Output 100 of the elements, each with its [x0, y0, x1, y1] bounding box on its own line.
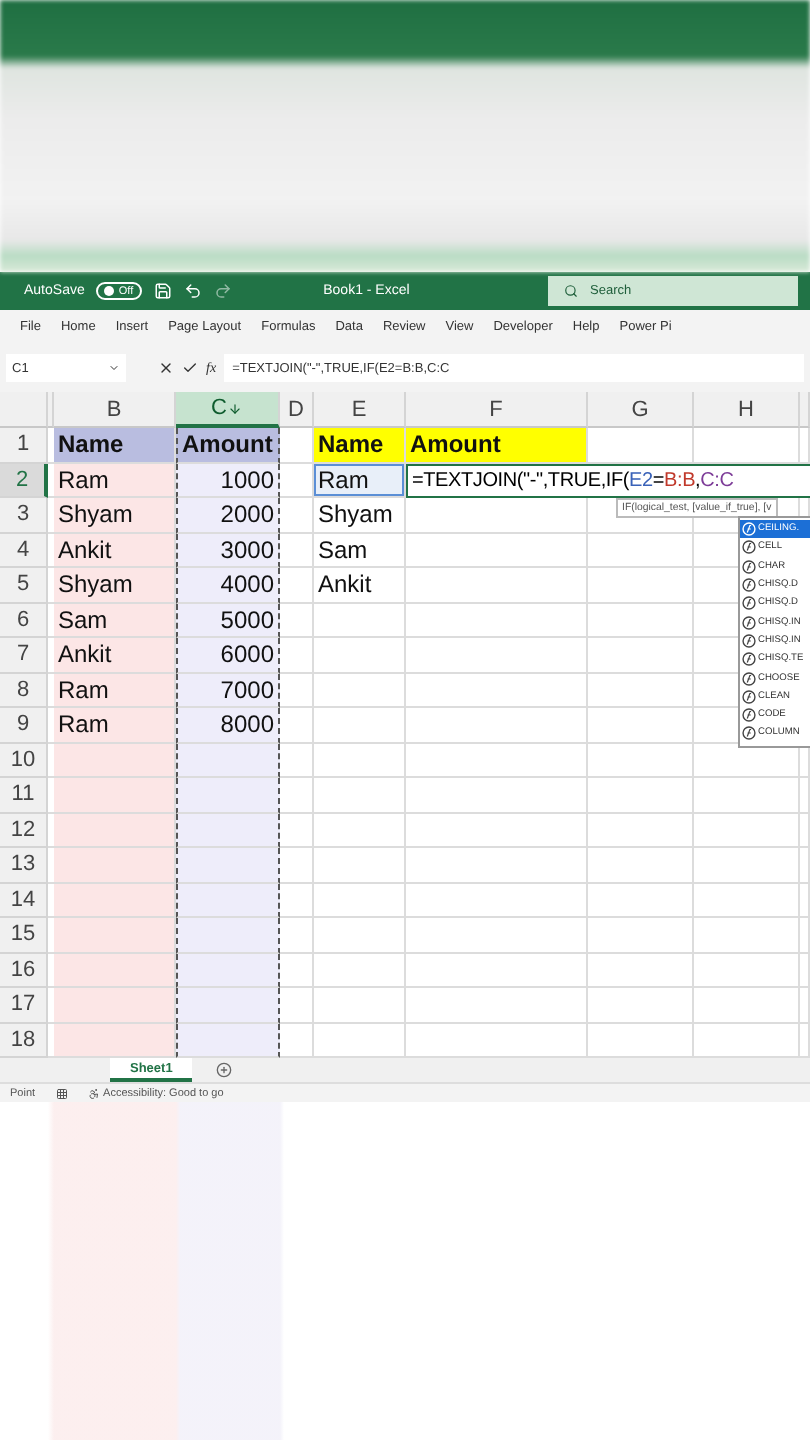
table-cell [176, 883, 280, 918]
table-cell: 5000 [176, 603, 280, 638]
column-header[interactable]: C [176, 392, 280, 428]
column-header[interactable]: B [54, 392, 176, 428]
table-cell: 8000 [176, 708, 280, 743]
function-icon [742, 726, 756, 741]
accessibility-icon [87, 1087, 100, 1099]
table-cell [314, 673, 406, 708]
table-cell [280, 743, 314, 778]
table-cell [54, 883, 176, 918]
table-cell [588, 673, 694, 708]
check-icon[interactable] [182, 360, 198, 376]
table-cell [280, 988, 314, 1023]
row-header[interactable]: 4 [0, 533, 48, 568]
table-cell: 3000 [176, 533, 280, 568]
table-cell [280, 953, 314, 988]
table-cell [588, 1023, 694, 1058]
table-cell [694, 1023, 800, 1058]
table-cell [54, 988, 176, 1023]
row-header[interactable]: 18 [0, 1023, 48, 1058]
function-icon [742, 615, 756, 630]
row-header[interactable]: 9 [0, 708, 48, 743]
column-header[interactable]: D [280, 392, 314, 428]
function-icon [742, 633, 756, 648]
table-cell: Shyam [54, 568, 176, 603]
table-cell: Ram [54, 673, 176, 708]
function-icon [742, 596, 756, 611]
function-icon [742, 708, 756, 723]
table-cell [280, 673, 314, 708]
column-header[interactable]: F [406, 392, 588, 428]
function-icon [742, 578, 756, 593]
row-header[interactable]: 8 [0, 673, 48, 708]
column-header[interactable]: E [314, 392, 406, 428]
table-cell [314, 883, 406, 918]
row-header[interactable]: 6 [0, 603, 48, 638]
table-cell [280, 568, 314, 603]
row-header[interactable]: 10 [0, 743, 48, 778]
row-header[interactable]: 11 [0, 778, 48, 813]
table-cell [588, 813, 694, 848]
table-cell [54, 743, 176, 778]
row-header[interactable]: 1 [0, 428, 48, 463]
table-cell [588, 848, 694, 883]
table-cell [694, 813, 800, 848]
row-header[interactable]: 3 [0, 498, 48, 533]
table-cell [280, 428, 314, 463]
row-header[interactable]: 15 [0, 918, 48, 953]
row-header[interactable]: 16 [0, 953, 48, 988]
undo-icon[interactable] [183, 282, 202, 300]
table-cell: 6000 [176, 638, 280, 673]
table-cell [280, 638, 314, 673]
function-icon [742, 652, 756, 667]
table-cell [280, 848, 314, 883]
table-cell: Shyam [314, 498, 406, 533]
table-cell: Ram [54, 463, 176, 498]
table-cell: 1000 [176, 463, 280, 498]
cancel-icon[interactable] [158, 360, 174, 376]
table-cell [280, 498, 314, 533]
row-header[interactable]: 5 [0, 568, 48, 603]
table-cell: Ram [54, 708, 176, 743]
table-cell [694, 848, 800, 883]
table-cell [694, 953, 800, 988]
table-cell [280, 1023, 314, 1058]
table-cell [176, 743, 280, 778]
cell-editor[interactable]: =TEXTJOIN("-",TRUE,IF(E2=B:B,C:C [406, 463, 810, 498]
save-icon[interactable] [153, 282, 172, 300]
table-cell [588, 918, 694, 953]
table-cell [54, 848, 176, 883]
row-header[interactable]: 13 [0, 848, 48, 883]
table-cell [280, 463, 314, 498]
table-cell [314, 918, 406, 953]
add-sheet-icon[interactable] [216, 1062, 233, 1078]
row-header[interactable]: 17 [0, 988, 48, 1023]
table-cell [314, 778, 406, 813]
table-cell [588, 953, 694, 988]
table-cell: Sam [314, 533, 406, 568]
table-cell: Ankit [54, 533, 176, 568]
table-cell: Amount [406, 428, 588, 463]
table-cell: Shyam [54, 498, 176, 533]
table-cell [176, 813, 280, 848]
row-header[interactable]: 7 [0, 638, 48, 673]
table-cell [588, 778, 694, 813]
cursor-arrow-icon [228, 401, 243, 415]
table-cell [694, 988, 800, 1023]
table-cell [54, 813, 176, 848]
row-header[interactable]: 14 [0, 883, 48, 918]
table-cell [54, 778, 176, 813]
redo-icon[interactable] [213, 282, 232, 300]
column-header[interactable]: H [694, 392, 800, 428]
table-cell [176, 778, 280, 813]
row-header[interactable]: 12 [0, 813, 48, 848]
table-cell [176, 988, 280, 1023]
table-cell [314, 638, 406, 673]
row-header[interactable]: 2 [0, 463, 48, 498]
function-icon [742, 689, 756, 704]
table-cell [314, 1023, 406, 1058]
column-header[interactable]: G [588, 392, 694, 428]
table-cell [588, 533, 694, 568]
table-cell [314, 848, 406, 883]
table-cell [314, 953, 406, 988]
table-cell [176, 953, 280, 988]
